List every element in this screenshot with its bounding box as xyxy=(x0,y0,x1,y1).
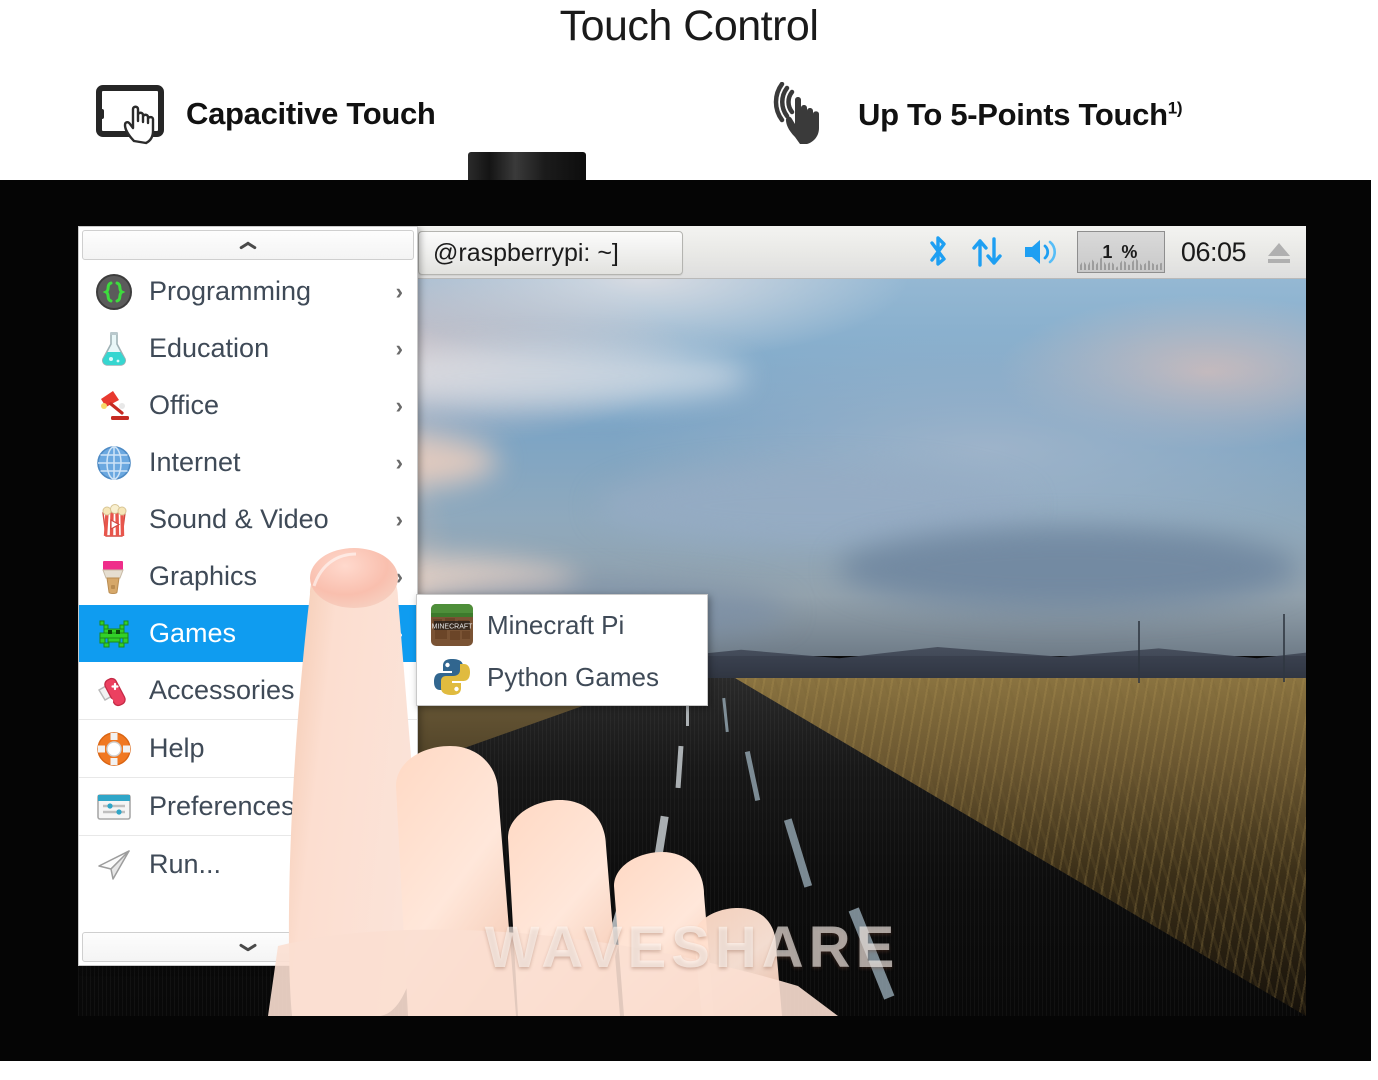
submenu-item-minecraft-pi[interactable]: MINECRAFT Minecraft Pi xyxy=(417,599,707,651)
network-updown-icon[interactable] xyxy=(969,233,1005,271)
feature-capacitive-touch: Capacitive Touch xyxy=(96,85,436,145)
cloud xyxy=(838,526,1298,611)
space-invader-icon xyxy=(95,615,133,653)
footnote-marker: 1) xyxy=(1167,98,1183,118)
menu-scroll-up-button[interactable] xyxy=(82,230,414,260)
window-task-label: @raspberrypi: ~] xyxy=(433,238,619,267)
clock[interactable]: 06:05 xyxy=(1181,237,1247,268)
submenu-arrow-icon: › xyxy=(395,620,403,646)
eject-icon[interactable] xyxy=(1262,235,1296,269)
paper-plane-icon xyxy=(95,846,133,884)
submenu-arrow-icon: › xyxy=(395,449,403,475)
feature-label-text: Up To 5-Points Touch xyxy=(858,97,1168,132)
menu-item-help[interactable]: Help xyxy=(79,719,417,777)
menu-item-preferences[interactable]: Preferences xyxy=(79,777,417,835)
utility-pole xyxy=(1138,621,1140,683)
five-point-tap-icon xyxy=(762,81,842,148)
header: Touch Control Capacitive Touch Up To 5-P… xyxy=(0,0,1378,170)
submenu-arrow-icon: › xyxy=(395,563,403,589)
cpu-monitor[interactable]: 1 % xyxy=(1076,231,1165,273)
minecraft-icon: MINECRAFT xyxy=(431,604,473,646)
submenu-arrow-icon: › xyxy=(395,392,403,418)
menu-item-label: Graphics xyxy=(149,561,258,591)
swiss-knife-icon xyxy=(95,672,133,710)
globe-icon xyxy=(95,444,133,482)
utility-pole xyxy=(1283,614,1285,682)
feature-points-label: Up To 5-Points Touch1) xyxy=(858,97,1183,133)
menu-item-run[interactable]: Run... xyxy=(79,835,417,893)
submenu-arrow-icon: › xyxy=(395,335,403,361)
popcorn-play-icon xyxy=(95,501,133,539)
cpu-usage-label: 1 % xyxy=(1102,241,1140,262)
menu-item-sound-video[interactable]: Sound & Video › xyxy=(79,491,417,548)
games-submenu[interactable]: MINECRAFT Minecraft Pi Python Games xyxy=(416,594,708,706)
menu-item-graphics[interactable]: Graphics › xyxy=(79,548,417,605)
submenu-item-label: Minecraft Pi xyxy=(487,609,625,640)
desk-lamp-icon xyxy=(95,387,133,425)
menu-item-games[interactable]: Games › xyxy=(79,605,417,662)
flask-icon xyxy=(95,330,133,368)
lifebuoy-icon xyxy=(95,730,133,768)
submenu-arrow-icon: › xyxy=(395,278,403,304)
tablet-touch-icon xyxy=(96,85,170,145)
svg-text:MINECRAFT: MINECRAFT xyxy=(432,623,473,630)
menu-item-label: Accessories xyxy=(149,675,295,705)
menu-item-label: Run... xyxy=(149,849,222,879)
menu-item-label: Games xyxy=(149,618,237,648)
submenu-arrow-icon: › xyxy=(395,506,403,532)
menu-item-office[interactable]: Office › xyxy=(79,377,417,434)
python-icon xyxy=(431,656,473,698)
hand-pointer-glyph xyxy=(123,105,155,145)
menu-item-label: Education xyxy=(149,333,270,363)
menu-item-education[interactable]: Education › xyxy=(79,320,417,377)
menu-item-label: Preferences xyxy=(149,791,295,821)
menu-item-label: Sound & Video xyxy=(149,504,329,534)
menu-item-list: Programming › Education › Office › Inter… xyxy=(79,263,417,929)
paintbrush-icon xyxy=(95,558,133,596)
page-title: Touch Control xyxy=(559,2,819,50)
menu-item-internet[interactable]: Internet › xyxy=(79,434,417,491)
window-task-button[interactable]: @raspberrypi: ~] xyxy=(418,231,683,275)
menu-item-label: Office xyxy=(149,390,220,420)
chevron-up-icon xyxy=(239,240,257,250)
feature-capacitive-label: Capacitive Touch xyxy=(186,96,436,132)
display-bezel: @raspberrypi: ~] 1 % 06:05 Programming ›… xyxy=(0,180,1371,1061)
watermark: WAVESHARE xyxy=(484,915,900,980)
screen: @raspberrypi: ~] 1 % 06:05 Programming ›… xyxy=(78,226,1306,1016)
menu-item-label: Help xyxy=(149,733,205,763)
submenu-item-label: Python Games xyxy=(487,661,659,692)
system-tray: 1 % 06:05 xyxy=(923,226,1296,278)
application-menu[interactable]: Programming › Education › Office › Inter… xyxy=(78,226,418,966)
feature-points-touch: Up To 5-Points Touch1) xyxy=(762,81,1183,148)
bluetooth-icon[interactable] xyxy=(923,233,953,271)
menu-item-label: Programming xyxy=(149,276,312,306)
menu-item-accessories[interactable]: Accessories xyxy=(79,662,417,719)
feature-label-text: Capacitive Touch xyxy=(186,96,436,131)
volume-icon[interactable] xyxy=(1021,235,1061,269)
settings-window-icon xyxy=(95,788,133,826)
submenu-item-python-games[interactable]: Python Games xyxy=(417,651,707,703)
menu-item-programming[interactable]: Programming › xyxy=(79,263,417,320)
menu-item-label: Internet xyxy=(149,447,241,477)
code-braces-icon xyxy=(95,273,133,311)
